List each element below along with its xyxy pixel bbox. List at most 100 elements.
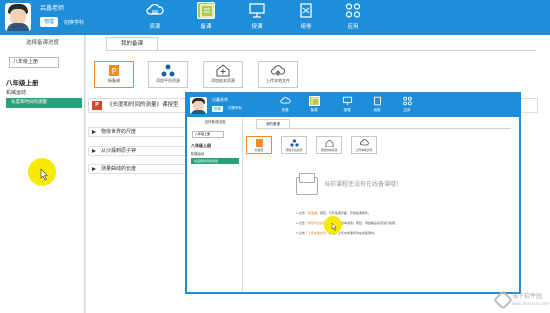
upload-local-file-button[interactable]: 上传本地文件 (351, 136, 377, 154)
teach-icon (248, 2, 266, 19)
tool-label: 新备课 (108, 78, 120, 83)
tab-my-lessons[interactable]: 我的备课 (256, 119, 290, 128)
unit-item[interactable]: 机械运动 (6, 89, 26, 96)
lesson-prep-icon (197, 2, 215, 19)
tab-my-lessons[interactable]: 我的备课 (106, 37, 158, 50)
apps-icon (402, 96, 413, 106)
nav-lesson-prep[interactable]: 备课 (304, 96, 324, 115)
add-school-resource-button[interactable]: 添加校本资源 (316, 136, 342, 154)
sidebar-title: 选择备课进度 (25, 40, 59, 46)
ppt-icon (255, 139, 264, 147)
play-icon (92, 149, 96, 153)
new-lesson-button[interactable]: P 新备课 (94, 61, 134, 88)
lesson-prep-icon (308, 96, 320, 106)
teacher-name: 吕鑫老师 (40, 5, 65, 12)
nav-label: 组卷 (300, 24, 312, 30)
resource-item[interactable]: 物体世界的尺度 (88, 127, 188, 137)
cursor-highlight (28, 158, 56, 186)
nav-label: 授课 (343, 108, 351, 112)
empty-state-text: 当前课程还没有在线备课哦！ (324, 181, 403, 188)
apps-icon (344, 2, 362, 19)
teach-icon (342, 96, 353, 106)
grade-select[interactable]: 八年级上册 (192, 131, 224, 138)
empty-box-icon (296, 173, 318, 195)
lesson-file-title: 《长度和时间的测量》课授型 (107, 102, 179, 108)
upload-icon (359, 139, 369, 147)
tool-label: 添加平台资源 (285, 148, 303, 152)
teacher-avatar[interactable] (5, 3, 31, 31)
grade-heading: 八年级上册 (191, 143, 211, 148)
subject-badge: 物理 (212, 106, 223, 112)
nav-label: 资源 (149, 24, 161, 30)
add-platform-resource-button[interactable]: 添加平台资源 (148, 61, 188, 88)
upload-icon (271, 64, 286, 77)
nav-teach[interactable]: 授课 (337, 96, 357, 115)
school-add-icon (325, 139, 334, 148)
upload-local-file-button[interactable]: 上传本地文件 (258, 61, 298, 88)
nav-exam[interactable]: 组卷 (367, 96, 387, 115)
watermark: 当下软件园 www.downxia.com (493, 290, 549, 310)
play-icon (92, 130, 96, 134)
top-bar: 吕鑫老师 物理 切换学科 资源 备课 授课 组卷 应用 (0, 0, 550, 35)
add-platform-resource-button[interactable]: 添加平台资源 (281, 136, 307, 154)
hint-line: 1.点击「新备课」按钮，打开备课界面，开始备课课件。 (296, 211, 371, 215)
nav-lesson-prep[interactable]: 备课 (190, 2, 222, 33)
subject-badge: 物理 (40, 17, 59, 27)
resource-label: 物体世界的尺度 (101, 129, 137, 135)
new-lesson-button[interactable]: 新备课 (246, 136, 272, 154)
ppt-file-icon: P (92, 101, 102, 110)
window-sidebar: 选择备课进度 八年级上册 八年级上册 机械运动 长度和时间的测量 (187, 117, 243, 292)
cloud-icon (146, 2, 164, 19)
nav-label: 资源 (281, 108, 289, 112)
sidebar-title: 选择备课进度 (204, 120, 226, 124)
nav-exam[interactable]: 组卷 (290, 2, 322, 33)
nav-resources[interactable]: 资源 (139, 2, 171, 33)
grade-heading: 八年级上册 (6, 79, 39, 87)
resource-item[interactable]: 测量曲线的长度 (88, 164, 188, 174)
platform-icon (289, 139, 299, 147)
nav-label: 应用 (403, 108, 411, 112)
ppt-icon: P (107, 64, 121, 77)
platform-icon (161, 64, 175, 77)
window-main: 我的备课 新备课 添加平台资源 添加校本资源 上传本地文件 当前课程还没有在线备… (244, 117, 519, 292)
nav-apps[interactable]: 应用 (337, 2, 369, 33)
school-add-icon (216, 64, 230, 77)
hint-link[interactable]: 「新备课」 (305, 211, 320, 215)
tool-label: 添加校本资源 (211, 78, 235, 83)
nav-label: 备课 (200, 24, 212, 30)
unit-item[interactable]: 机械运动 (191, 151, 204, 156)
watermark-name: 当下软件园 (512, 293, 543, 300)
cloud-icon (279, 96, 291, 106)
watermark-url: www.downxia.com (512, 301, 550, 306)
teacher-name: 吕鑫老师 (212, 97, 228, 102)
hint-line: 2.点击「添加平台资源」或「添加校本资源」按钮，添加精品资源进行备课。 (296, 221, 398, 225)
window-top-bar: 吕鑫老师 物理 切换学科 资源 备课 授课 组卷 应用 (187, 94, 519, 117)
cursor-highlight (324, 216, 342, 234)
nav-teach[interactable]: 授课 (241, 2, 273, 33)
tab-divider (256, 128, 511, 129)
tool-label: 添加校本资源 (320, 148, 338, 152)
nav-label: 组卷 (373, 108, 381, 112)
grade-select[interactable]: 八年级上册 (9, 57, 59, 68)
tool-label: 上传本地文件 (266, 78, 290, 83)
play-icon (92, 167, 96, 171)
nav-label: 备课 (310, 108, 318, 112)
tool-label: 新备课 (254, 148, 264, 152)
resource-item[interactable]: 从沙漏到原子钟 (88, 146, 188, 156)
add-school-resource-button[interactable]: 添加校本资源 (203, 61, 243, 88)
nav-label: 授课 (251, 24, 263, 30)
lesson-item-active[interactable]: 长度和时间的测量 (191, 158, 239, 164)
watermark-logo-icon (493, 290, 513, 310)
exam-icon (372, 96, 383, 106)
switch-subject-link[interactable]: 切换学科 (228, 106, 242, 111)
lesson-item-active[interactable]: 长度和时间的测量 (6, 98, 82, 108)
resource-label: 从沙漏到原子钟 (101, 148, 137, 154)
nav-resources[interactable]: 资源 (275, 96, 295, 115)
nested-app-window: 吕鑫老师 物理 切换学科 资源 备课 授课 组卷 应用 选择备课进度 八年级上册… (185, 92, 521, 294)
resource-label: 测量曲线的长度 (101, 166, 137, 172)
tab-divider (106, 50, 536, 51)
switch-subject-link[interactable]: 切换学科 (64, 19, 84, 26)
tool-label: 添加平台资源 (156, 78, 180, 83)
nav-apps[interactable]: 应用 (397, 96, 417, 115)
teacher-avatar[interactable] (190, 97, 207, 114)
